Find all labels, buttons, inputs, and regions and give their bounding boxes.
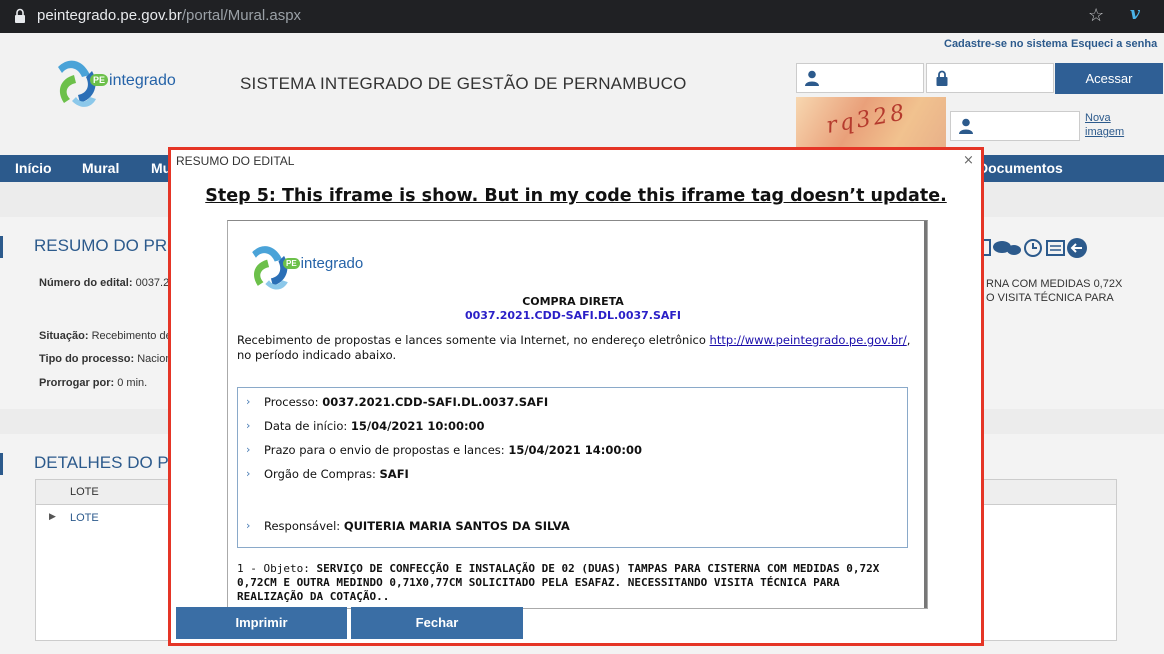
username-input[interactable] bbox=[796, 63, 924, 93]
edital-field: Número do edital: 0037.20 bbox=[39, 277, 175, 289]
panel-accent bbox=[0, 236, 3, 258]
action-icons bbox=[979, 238, 1087, 258]
lock-icon bbox=[15, 8, 25, 23]
bookmark-star-icon[interactable]: ☆ bbox=[1088, 5, 1104, 26]
chat-icon[interactable] bbox=[993, 241, 1021, 255]
site-header: PE integrado SISTEMA INTEGRADO DE GESTÃO … bbox=[0, 33, 1164, 155]
logo-word: integrado bbox=[109, 72, 176, 89]
column-header-lote: LOTE bbox=[70, 486, 99, 498]
nav-item-documentos[interactable]: Documentos bbox=[978, 160, 1063, 176]
summary-title: RESUMO DO PRO bbox=[34, 236, 181, 255]
expand-triangle-icon[interactable]: ▶ bbox=[49, 512, 56, 522]
forgot-password-link[interactable]: Esqueci a senha bbox=[1071, 38, 1157, 50]
prorrogar-field: Prorrogar por: 0 min. bbox=[39, 377, 147, 389]
new-captcha-link[interactable]: Nova imagem bbox=[1085, 111, 1124, 139]
login-button[interactable]: Acessar bbox=[1055, 63, 1163, 94]
logo-text: PE integrado bbox=[90, 72, 176, 90]
calendar-list-icon[interactable] bbox=[1046, 240, 1065, 256]
user-icon bbox=[805, 70, 819, 86]
nav-item-inicio[interactable]: Início bbox=[15, 160, 52, 176]
register-link[interactable]: Cadastre-se no sistema bbox=[944, 38, 1068, 50]
object-snippet-line-2: O VISITA TÉCNICA PARA bbox=[986, 292, 1114, 304]
prorrogar-label: Prorrogar por: bbox=[39, 377, 115, 389]
nav-item-mural[interactable]: Mural bbox=[82, 160, 119, 176]
site-logo[interactable]: PE integrado bbox=[52, 53, 182, 117]
situacao-field: Situação: Recebimento de bbox=[39, 330, 172, 342]
url-path: /portal/Mural.aspx bbox=[181, 7, 302, 24]
highlight-outline bbox=[168, 147, 984, 646]
situacao-label: Situação: bbox=[39, 330, 89, 342]
history-icon[interactable] bbox=[1024, 239, 1042, 257]
password-input[interactable] bbox=[926, 63, 1054, 93]
back-arrow-icon[interactable] bbox=[1067, 238, 1087, 258]
vimeo-extension-icon[interactable]: v bbox=[1130, 4, 1140, 24]
padlock-icon bbox=[936, 70, 948, 86]
url-host: peintegrado.pe.gov.br bbox=[37, 7, 182, 24]
edital-label: Número do edital: bbox=[39, 277, 133, 289]
situacao-value: Recebimento de bbox=[91, 330, 172, 342]
panel-accent bbox=[0, 453, 3, 475]
captcha-input[interactable] bbox=[950, 111, 1080, 141]
user-icon bbox=[959, 118, 973, 134]
prorrogar-value: 0 min. bbox=[117, 377, 148, 389]
captcha-image: rq328 bbox=[796, 97, 946, 151]
lote-link[interactable]: LOTE bbox=[70, 512, 99, 524]
system-title: SISTEMA INTEGRADO DE GESTÃO DE PERNAMBUC… bbox=[240, 74, 687, 93]
address-field[interactable]: peintegrado.pe.gov.br/portal/Mural.aspx bbox=[37, 7, 301, 24]
tipo-field: Tipo do processo: Naciona bbox=[39, 353, 178, 365]
tipo-label: Tipo do processo: bbox=[39, 353, 135, 365]
browser-url-bar: peintegrado.pe.gov.br/portal/Mural.aspx … bbox=[0, 0, 1164, 33]
new-captcha-line-1: Nova bbox=[1085, 112, 1111, 124]
new-captcha-line-2: imagem bbox=[1085, 126, 1125, 138]
object-snippet: RNA COM MEDIDAS 0,72X O VISITA TÉCNICA PA… bbox=[986, 277, 1122, 305]
captcha-text: rq328 bbox=[824, 100, 910, 139]
object-snippet-line-1: RNA COM MEDIDAS 0,72X bbox=[986, 278, 1123, 290]
logo-badge: PE bbox=[90, 74, 109, 86]
